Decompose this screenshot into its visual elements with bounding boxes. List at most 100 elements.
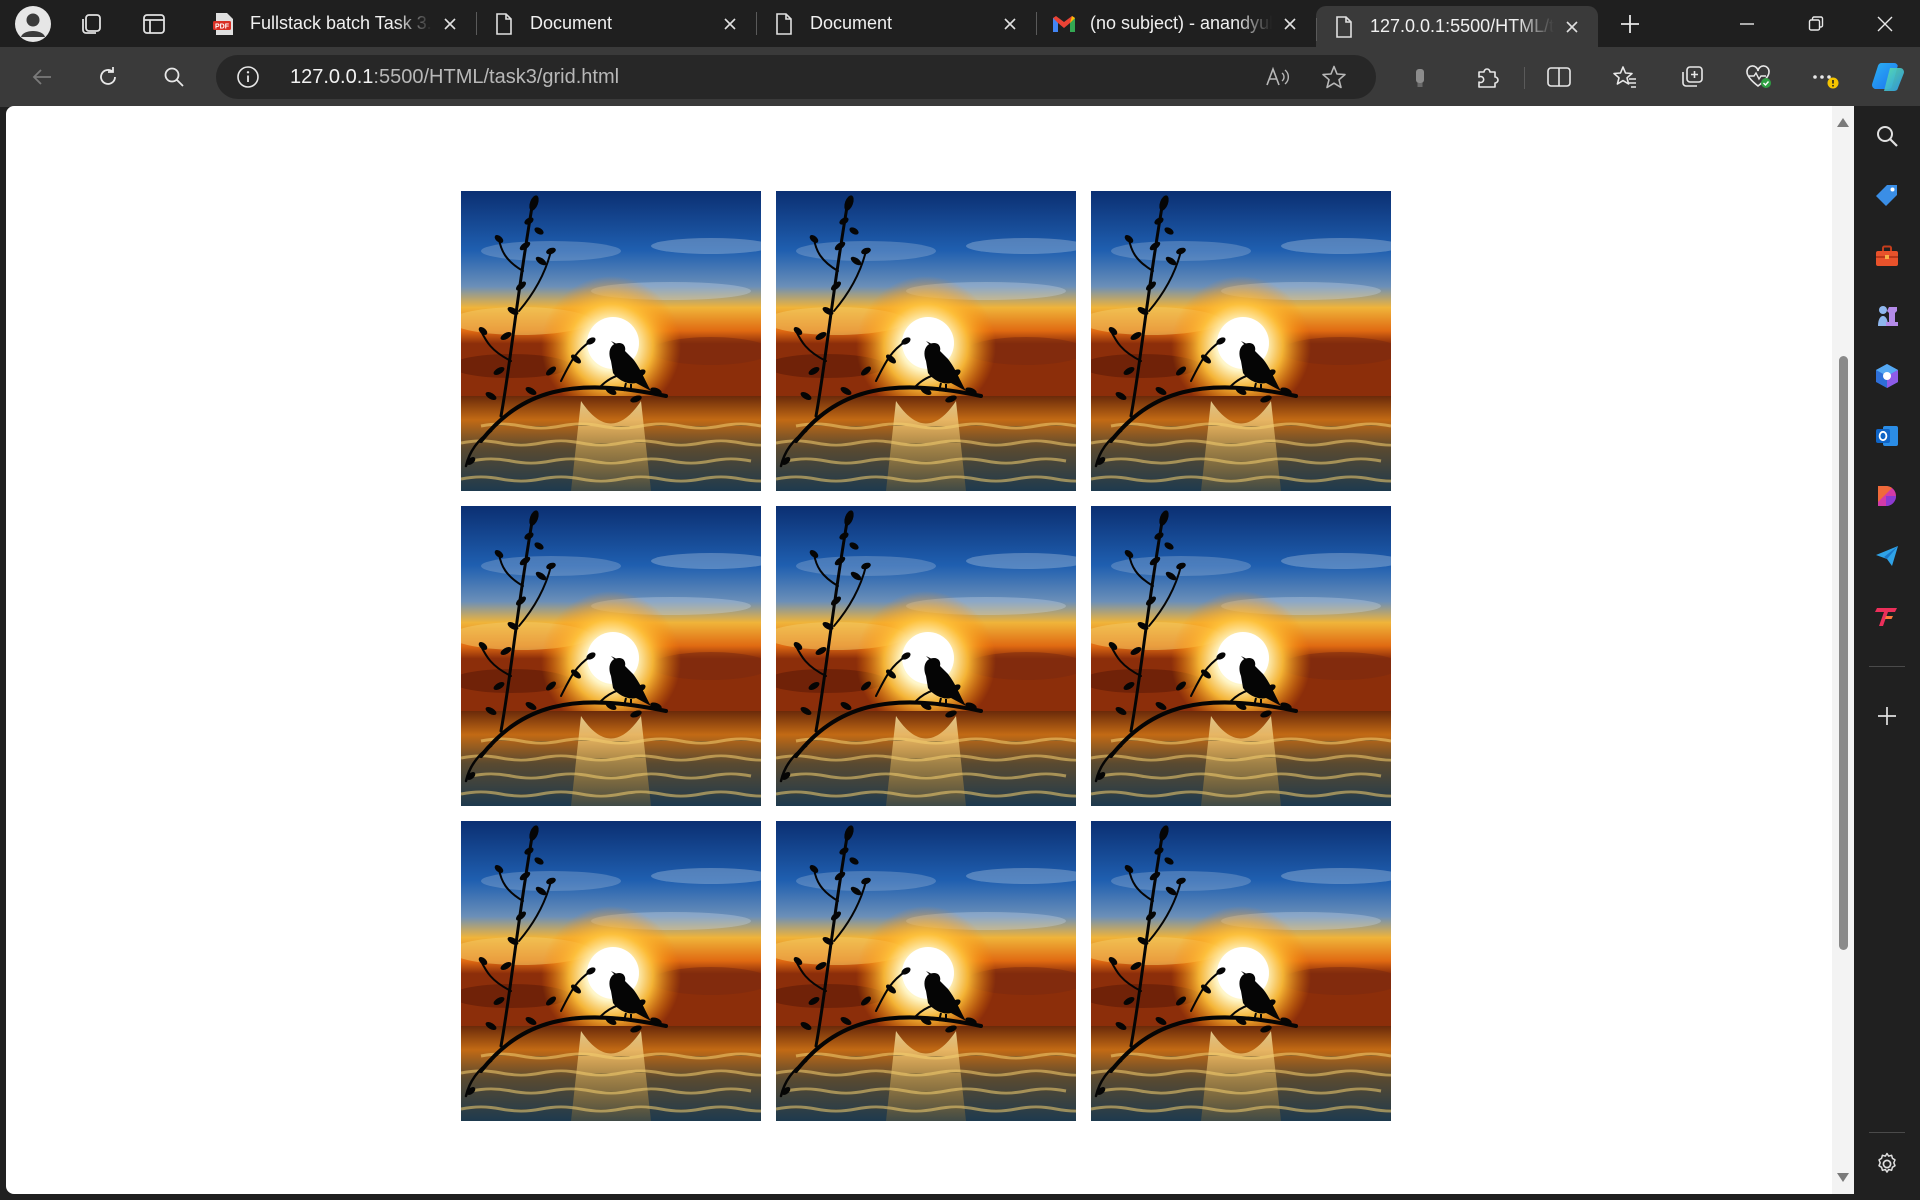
favorites-button[interactable] bbox=[1603, 55, 1647, 99]
arrow-left-icon bbox=[32, 69, 51, 85]
pdf-icon: PDF bbox=[212, 12, 236, 36]
tab-document-1[interactable]: Document bbox=[476, 0, 756, 47]
designer-icon bbox=[1878, 486, 1896, 506]
tab-pdf[interactable]: PDF Fullstack batch Task 3.pdf bbox=[196, 0, 476, 47]
sidebar-divider bbox=[1869, 1132, 1905, 1133]
vertical-scrollbar[interactable] bbox=[1832, 106, 1854, 1194]
tab-list: PDF Fullstack batch Task 3.pdf Document bbox=[196, 0, 1598, 47]
tab-grid-page[interactable]: 127.0.0.1:5500/HTML/task3/grid.html bbox=[1316, 6, 1598, 47]
toolbox-icon bbox=[1876, 245, 1898, 266]
collections-icon bbox=[1682, 66, 1703, 87]
browser-essentials-button[interactable] bbox=[1737, 55, 1781, 99]
sidebar-app-button[interactable] bbox=[1863, 592, 1911, 640]
sidebar-drop-button[interactable] bbox=[1863, 532, 1911, 580]
restore-icon bbox=[1808, 15, 1824, 31]
extension-pin-icon bbox=[1416, 69, 1424, 87]
sidebar-settings-button[interactable] bbox=[1863, 1140, 1911, 1188]
shopping-tag-icon bbox=[1876, 185, 1897, 206]
send-paper-plane-icon bbox=[1876, 546, 1898, 566]
restore-button[interactable] bbox=[1781, 0, 1851, 47]
browser-window: PDF Fullstack batch Task 3.pdf Document bbox=[0, 0, 1920, 1200]
profile-icon bbox=[15, 5, 51, 42]
favorite-button[interactable] bbox=[1312, 55, 1356, 99]
sidebar-shopping-button[interactable] bbox=[1863, 172, 1911, 220]
close-icon bbox=[1877, 16, 1893, 31]
close-window-button[interactable] bbox=[1850, 0, 1920, 47]
grid-image bbox=[776, 191, 1076, 491]
close-tab-icon[interactable] bbox=[1278, 12, 1302, 36]
sidebar-outlook-button[interactable] bbox=[1863, 412, 1911, 460]
close-tab-icon[interactable] bbox=[998, 12, 1022, 36]
grid-image bbox=[776, 821, 1076, 1121]
profile-button[interactable] bbox=[9, 0, 57, 47]
outlook-icon bbox=[1876, 426, 1898, 446]
heart-pulse-icon bbox=[1746, 65, 1771, 88]
copilot-button[interactable] bbox=[1866, 55, 1910, 99]
split-screen-button[interactable] bbox=[1537, 55, 1581, 99]
extension-button[interactable] bbox=[1398, 55, 1442, 99]
grid-image bbox=[1091, 821, 1391, 1121]
edge-sidebar bbox=[1854, 106, 1920, 1200]
sidebar-add-button[interactable] bbox=[1863, 692, 1911, 740]
tab-title: 127.0.0.1:5500/HTML/task3/grid.html bbox=[1370, 16, 1554, 36]
extensions-button[interactable] bbox=[1465, 55, 1509, 99]
grid-image bbox=[461, 506, 761, 806]
address-bar[interactable]: 127.0.0.1:5500/HTML/task3/grid.html bbox=[216, 55, 1376, 99]
url-text[interactable]: 127.0.0.1:5500/HTML/task3/grid.html bbox=[290, 55, 619, 99]
search-icon bbox=[164, 67, 184, 87]
close-tab-icon[interactable] bbox=[718, 12, 742, 36]
app-logo-icon bbox=[1875, 608, 1897, 626]
workspaces-button[interactable] bbox=[68, 0, 116, 47]
sidebar-games-button[interactable] bbox=[1863, 292, 1911, 340]
tab-actions-icon bbox=[143, 13, 165, 34]
close-tab-icon[interactable] bbox=[438, 12, 462, 36]
grid-image bbox=[1091, 506, 1391, 806]
puzzle-icon bbox=[1478, 68, 1499, 88]
tab-strip: PDF Fullstack batch Task 3.pdf Document bbox=[0, 0, 1920, 47]
document-icon bbox=[1332, 15, 1356, 39]
settings-and-more-button[interactable] bbox=[1803, 55, 1847, 99]
new-tab-button[interactable] bbox=[1606, 0, 1654, 47]
tab-title: Document bbox=[530, 13, 613, 33]
sidebar-divider bbox=[1869, 666, 1905, 667]
vertical-tabs-button[interactable] bbox=[130, 0, 178, 47]
tab-document-2[interactable]: Document bbox=[756, 0, 1036, 47]
tab-title: Document bbox=[810, 13, 893, 33]
tab-title: (no subject) - anandyuki bbox=[1090, 13, 1272, 33]
copilot-icon bbox=[1872, 62, 1904, 91]
grid-image bbox=[461, 191, 761, 491]
document-icon bbox=[772, 12, 796, 36]
grid-image bbox=[1091, 191, 1391, 491]
minimize-button[interactable] bbox=[1712, 0, 1782, 47]
sidebar-search-button[interactable] bbox=[1863, 112, 1911, 160]
refresh-button[interactable] bbox=[86, 55, 130, 99]
close-tab-icon[interactable] bbox=[1560, 15, 1584, 39]
url-path: :5500/HTML/task3/grid.html bbox=[373, 66, 620, 88]
workspaces-icon bbox=[82, 13, 101, 34]
site-info-icon[interactable] bbox=[236, 65, 260, 89]
star-icon bbox=[1322, 65, 1346, 89]
split-screen-icon bbox=[1547, 67, 1571, 87]
collections-button[interactable] bbox=[1670, 55, 1714, 99]
sidebar-tools-button[interactable] bbox=[1863, 232, 1911, 280]
scroll-thumb[interactable] bbox=[1839, 356, 1848, 950]
scroll-up-arrow-icon[interactable] bbox=[1837, 118, 1849, 127]
tab-title: Fullstack batch Task 3.pdf bbox=[250, 13, 432, 33]
more-icon bbox=[1813, 75, 1839, 89]
scroll-down-arrow-icon[interactable] bbox=[1837, 1173, 1849, 1182]
read-aloud-button[interactable] bbox=[1256, 55, 1300, 99]
minimize-icon bbox=[1740, 22, 1754, 25]
plus-icon bbox=[1621, 14, 1639, 33]
page-viewport[interactable] bbox=[6, 106, 1854, 1194]
tab-gmail[interactable]: (no subject) - anandyuki bbox=[1036, 0, 1316, 47]
back-button[interactable] bbox=[20, 55, 64, 99]
sidebar-designer-button[interactable] bbox=[1863, 472, 1911, 520]
document-icon bbox=[492, 12, 516, 36]
svg-text:PDF: PDF bbox=[215, 23, 230, 30]
url-host: 127.0.0.1 bbox=[290, 66, 374, 88]
chess-pieces-icon bbox=[1878, 306, 1898, 326]
search-button[interactable] bbox=[152, 55, 196, 99]
grid-image bbox=[461, 821, 761, 1121]
gmail-icon bbox=[1052, 12, 1076, 36]
sidebar-microsoft365-button[interactable] bbox=[1863, 352, 1911, 400]
